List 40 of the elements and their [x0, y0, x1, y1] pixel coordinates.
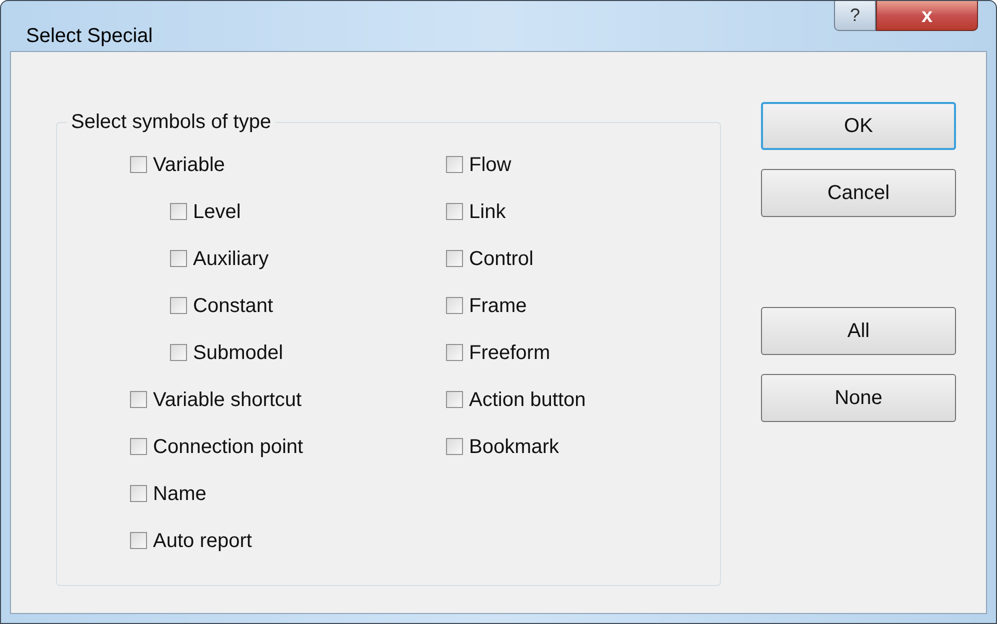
checkbox-box[interactable]: [446, 250, 463, 267]
checkbox-box[interactable]: [130, 438, 147, 455]
close-button[interactable]: x: [876, 1, 978, 31]
checkbox-box[interactable]: [170, 203, 187, 220]
checkbox-box[interactable]: [446, 203, 463, 220]
checkbox-box[interactable]: [130, 532, 147, 549]
checkbox-box[interactable]: [446, 297, 463, 314]
checkbox-box[interactable]: [446, 344, 463, 361]
checkbox[interactable]: Link: [446, 188, 586, 235]
dialog-button[interactable]: All: [761, 307, 956, 355]
checkbox-box[interactable]: [170, 297, 187, 314]
checkbox[interactable]: Auxiliary: [170, 235, 370, 282]
checkbox[interactable]: Action button: [446, 376, 586, 423]
checkbox[interactable]: Auto report: [130, 517, 370, 564]
checkbox-box[interactable]: [130, 391, 147, 408]
checkbox[interactable]: Frame: [446, 282, 586, 329]
group-title: Select symbols of type: [70, 110, 272, 135]
checkbox-box[interactable]: [130, 156, 147, 173]
checkbox[interactable]: Flow: [446, 141, 586, 188]
checkbox-box[interactable]: [446, 438, 463, 455]
help-button[interactable]: ?: [834, 1, 876, 31]
checkbox[interactable]: Freeform: [446, 329, 586, 376]
checkbox[interactable]: Bookmark: [446, 423, 586, 470]
dialog-button[interactable]: OK: [761, 102, 956, 150]
checkbox-box[interactable]: [130, 485, 147, 502]
checkbox[interactable]: Level: [170, 188, 370, 235]
checkbox-box[interactable]: [170, 344, 187, 361]
checkbox[interactable]: Variable shortcut: [130, 376, 370, 423]
window-title: Select Special: [26, 24, 153, 49]
checkbox[interactable]: Submodel: [170, 329, 370, 376]
dialog-button[interactable]: Cancel: [761, 169, 956, 217]
checkbox-box[interactable]: [170, 250, 187, 267]
checkbox[interactable]: Constant: [170, 282, 370, 329]
checkbox[interactable]: Variable: [130, 141, 370, 188]
checkbox-box[interactable]: [446, 391, 463, 408]
dialog-button[interactable]: None: [761, 374, 956, 422]
checkbox-box[interactable]: [446, 156, 463, 173]
checkbox[interactable]: Control: [446, 235, 586, 282]
checkbox[interactable]: Connection point: [130, 423, 370, 470]
checkbox[interactable]: Name: [130, 470, 370, 517]
